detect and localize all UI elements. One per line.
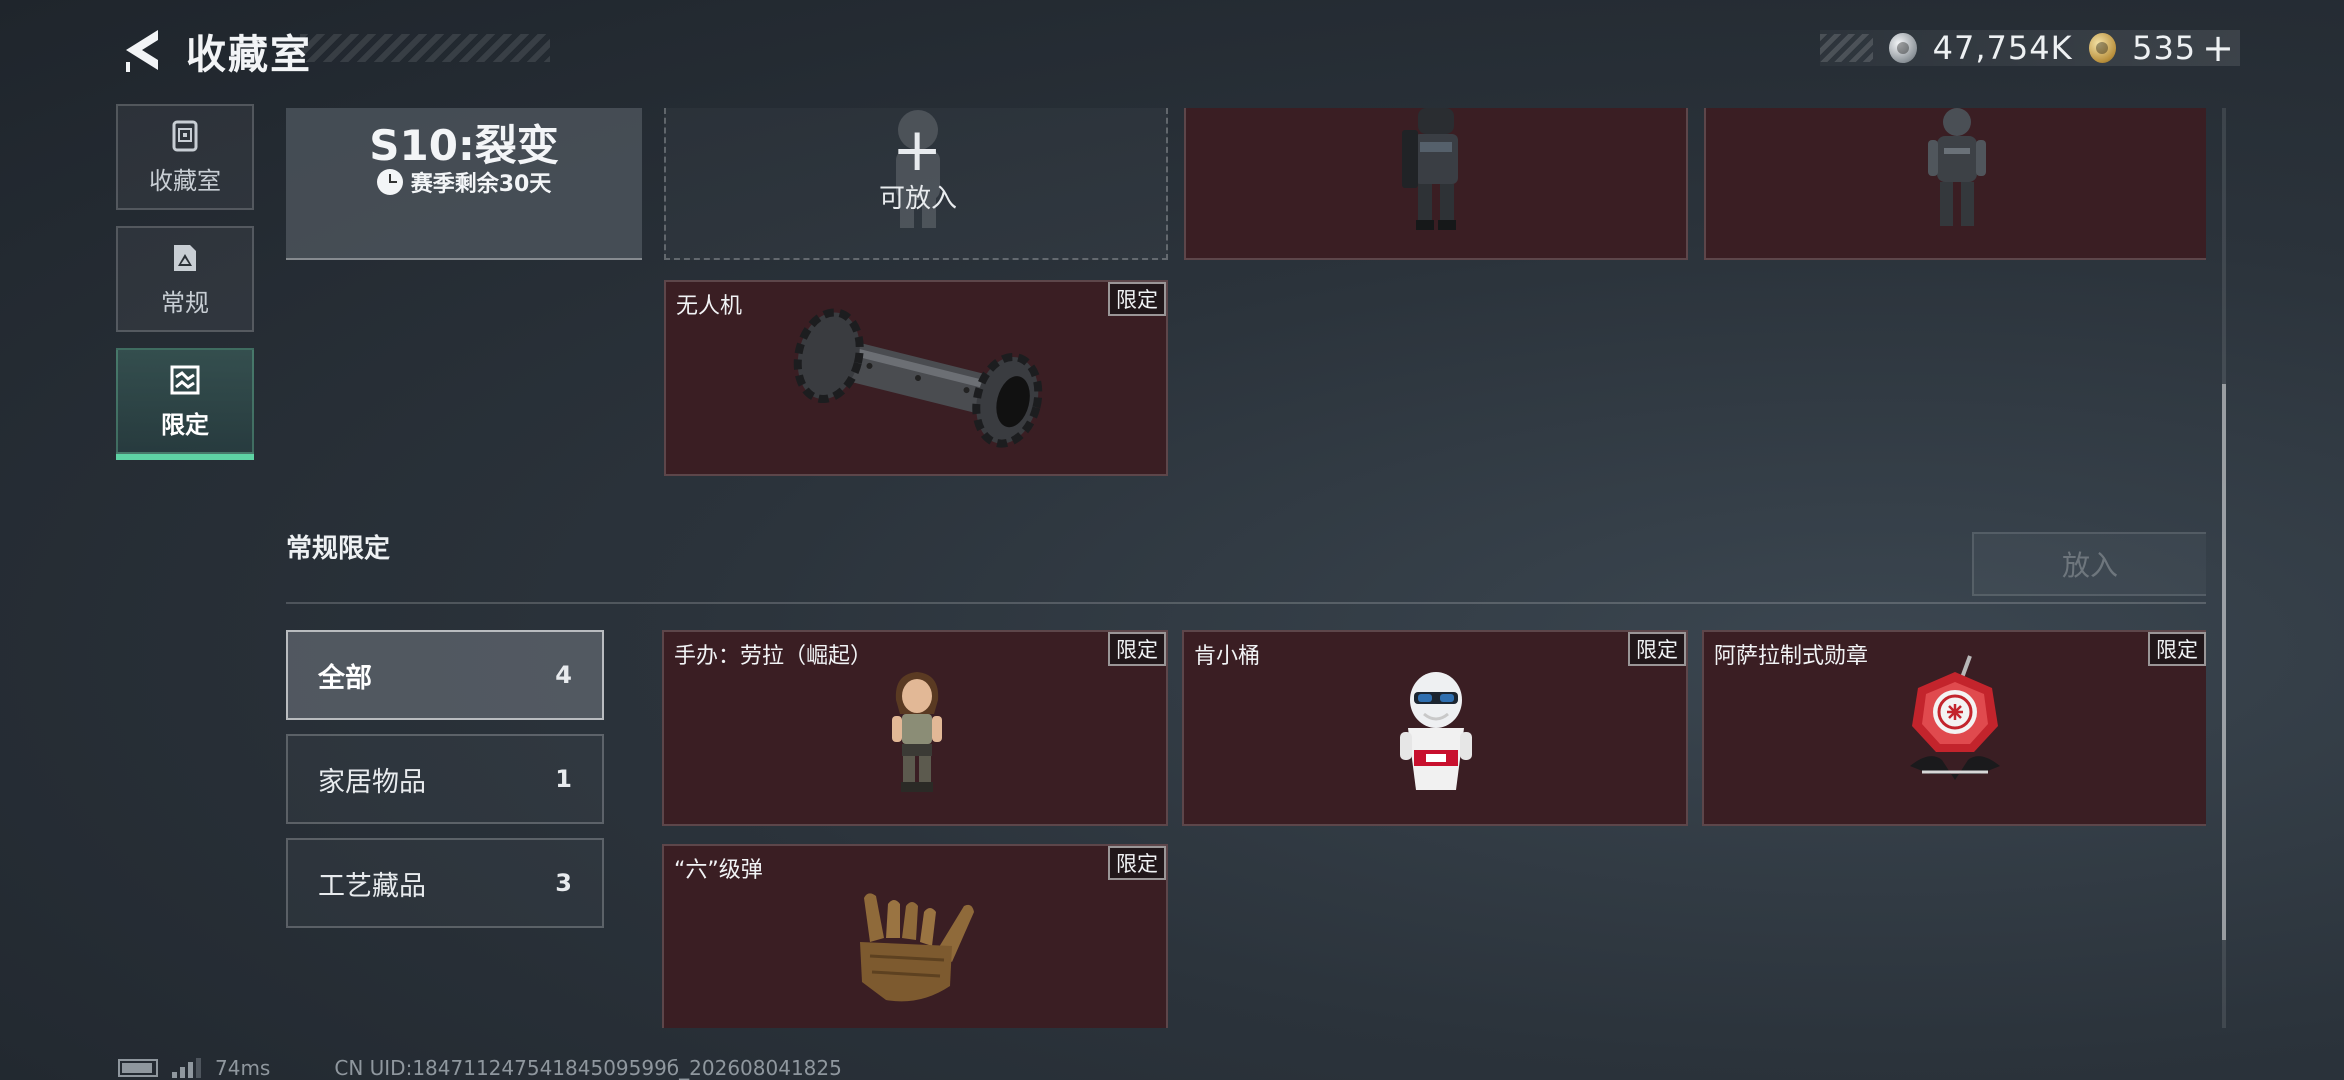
filter-all[interactable]: 全部 4 <box>286 630 604 720</box>
item-name: 肯小桶 <box>1194 644 1261 669</box>
season-card: S10:裂变 赛季剩余30天 <box>286 108 642 260</box>
collection-room-icon <box>172 120 198 151</box>
ping-value: 74ms <box>215 1056 271 1080</box>
filter-label: 工艺藏品 <box>318 870 426 902</box>
gold-currency-value: 535 <box>2132 29 2197 67</box>
filter-home-items[interactable]: 家居物品 1 <box>286 734 604 824</box>
item-card-medal[interactable]: 阿萨拉制式勋章 限定 <box>1702 630 2206 826</box>
season-remaining-text: 赛季剩余30天 <box>410 172 552 197</box>
limited-icon <box>170 365 200 394</box>
item-card-hand[interactable]: “六”级弹 限定 <box>662 844 1168 1028</box>
place-button[interactable]: 放入 <box>1972 532 2206 596</box>
title-decoration <box>300 34 550 62</box>
limited-badge: 限定 <box>2148 632 2206 666</box>
season-name: S10:裂变 <box>369 121 559 170</box>
filter-count: 3 <box>555 869 572 897</box>
page-title: 收藏室 <box>186 32 312 78</box>
bucket-figure-icon <box>1400 672 1472 790</box>
item-card-bucket[interactable]: 肯小桶 限定 <box>1182 630 1688 826</box>
lara-figure-icon <box>892 672 942 792</box>
item-name: “六”级弹 <box>674 858 763 883</box>
scrollbar[interactable] <box>2222 108 2226 1028</box>
sidebar-item-label: 限定 <box>161 410 209 439</box>
sidebar-item-label: 常规 <box>161 288 209 317</box>
user-uid: CN UID:18471124754184509599б_20260804182… <box>334 1056 842 1080</box>
filter-crafts[interactable]: 工艺藏品 3 <box>286 838 604 928</box>
silver-coin-icon <box>1889 33 1917 63</box>
add-slot-label: 可放入 <box>878 184 957 214</box>
drone-roller-icon <box>793 308 1043 448</box>
filter-label: 全部 <box>318 662 372 694</box>
filter-count: 1 <box>555 765 572 793</box>
limited-badge: 限定 <box>1108 282 1166 316</box>
add-currency-button[interactable]: + <box>2202 29 2234 67</box>
item-card-lara[interactable]: 手办：劳拉（崛起） 限定 <box>662 630 1168 826</box>
regular-icon <box>174 244 196 271</box>
item-name: 阿萨拉制式勋章 <box>1714 644 1869 669</box>
section-divider <box>286 602 2206 604</box>
soldier-figure-icon <box>1402 108 1458 230</box>
plus-icon: + <box>892 115 943 185</box>
item-card-drone[interactable]: 无人机 限定 <box>664 280 1168 476</box>
season-remaining: 赛季剩余30天 <box>286 166 642 198</box>
filter-count: 4 <box>555 661 572 689</box>
signal-icon <box>172 1058 201 1078</box>
sidebar-item-collection-room[interactable]: 收藏室 <box>116 104 254 210</box>
back-button[interactable] <box>112 22 172 78</box>
status-footer: 74ms CN UID:18471124754184509599б_202608… <box>118 1056 842 1080</box>
collection-content[interactable]: S10:裂变 赛季剩余30天 + 可放入 无人机 限定 常规限定 放入 全部 4… <box>286 108 2206 1028</box>
sidebar: 收藏室 常规 限定 <box>116 104 254 470</box>
back-arrow-icon <box>126 30 158 72</box>
empty-display-slot[interactable]: + 可放入 <box>664 108 1168 260</box>
armored-figure-icon <box>1928 108 1986 226</box>
sidebar-item-label: 收藏室 <box>149 166 221 195</box>
battery-icon <box>118 1059 158 1077</box>
sidebar-item-regular[interactable]: 常规 <box>116 226 254 332</box>
gold-coin-icon <box>2088 33 2117 63</box>
sidebar-item-limited[interactable]: 限定 <box>116 348 254 460</box>
currency-decoration <box>1820 34 1874 62</box>
hand-gesture-icon <box>860 893 974 1002</box>
limited-badge: 限定 <box>1108 846 1166 880</box>
clock-icon <box>376 169 403 195</box>
item-name: 手办：劳拉（崛起） <box>674 644 873 669</box>
silver-currency-value: 47,754K <box>1932 29 2073 67</box>
item-name: 无人机 <box>676 294 743 319</box>
limited-badge: 限定 <box>1108 632 1166 666</box>
limited-badge: 限定 <box>1628 632 1686 666</box>
scrollbar-thumb[interactable] <box>2222 384 2226 940</box>
medal-icon <box>1910 655 2000 780</box>
header: 收藏室 47,754K 535 + <box>0 0 2344 100</box>
filter-label: 家居物品 <box>318 766 426 798</box>
currency-bar: 47,754K 535 + <box>1820 29 2240 67</box>
display-card[interactable] <box>1704 108 2206 260</box>
section-title: 常规限定 <box>286 534 391 564</box>
display-card[interactable] <box>1184 108 1688 260</box>
